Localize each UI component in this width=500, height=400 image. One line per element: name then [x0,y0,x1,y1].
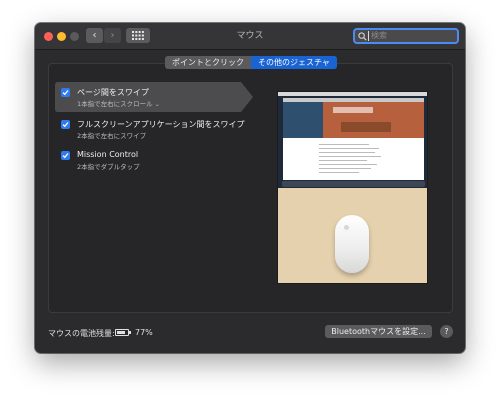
grid-icon [132,31,144,40]
chevron-left-icon: ‹ [92,30,97,41]
title-bar: ‹ › マウス 検索 [35,23,465,50]
checkmark-icon [62,90,69,96]
preview-dock [282,181,425,187]
battery-label: マウスの電池残量: [48,329,115,338]
checkmark-icon [62,153,69,159]
search-placeholder: 検索 [371,31,387,40]
chevron-down-icon: ⌄ [154,101,160,108]
help-button[interactable]: ? [440,325,453,338]
checkbox-mission-control[interactable] [61,151,70,160]
close-button[interactable] [44,32,53,41]
gesture-subtitle-dropdown[interactable]: 1本指で左右にスクロール ⌄ [77,98,160,108]
search-field[interactable]: 検索 [353,28,459,44]
tab-more-gestures[interactable]: その他のジェスチャ [251,56,337,69]
chevron-right-icon: › [110,30,115,41]
show-all-button[interactable] [126,28,150,43]
checkmark-icon [62,122,69,128]
zoom-button[interactable] [70,32,79,41]
tab-bar: ポイントとクリック その他のジェスチャ [165,56,337,69]
preferences-window: ‹ › マウス 検索 ポイントとクリック その他のジェスチャ ページ間をスワイプ… [35,23,465,353]
minimize-button[interactable] [57,32,66,41]
gesture-subtitle: 2本指でダブルタップ [77,163,140,171]
checkbox-swipe-fullscreen[interactable] [61,120,70,129]
forward-button[interactable]: › [104,28,121,43]
battery-fill [117,331,125,334]
gesture-title: フルスクリーンアプリケーション間をスワイプ [77,120,245,129]
gesture-title: ページ間をスワイプ [77,88,149,97]
battery-percent: 77% [135,328,153,337]
preview-browser-window [283,98,424,180]
preview-screen [278,92,427,188]
magic-mouse-image [335,215,369,273]
setup-bluetooth-mouse-button[interactable]: Bluetoothマウスを設定... [325,325,432,338]
search-icon [358,32,367,41]
gesture-subtitle: 2本指で左右にスワイプ [77,132,147,140]
tab-point-and-click[interactable]: ポイントとクリック [165,56,251,69]
gesture-preview-video [277,91,428,284]
checkbox-swipe-pages[interactable] [61,88,70,97]
text-cursor [368,31,369,41]
gesture-title: Mission Control [77,150,139,159]
battery-icon [115,329,131,336]
back-button[interactable]: ‹ [86,28,103,43]
